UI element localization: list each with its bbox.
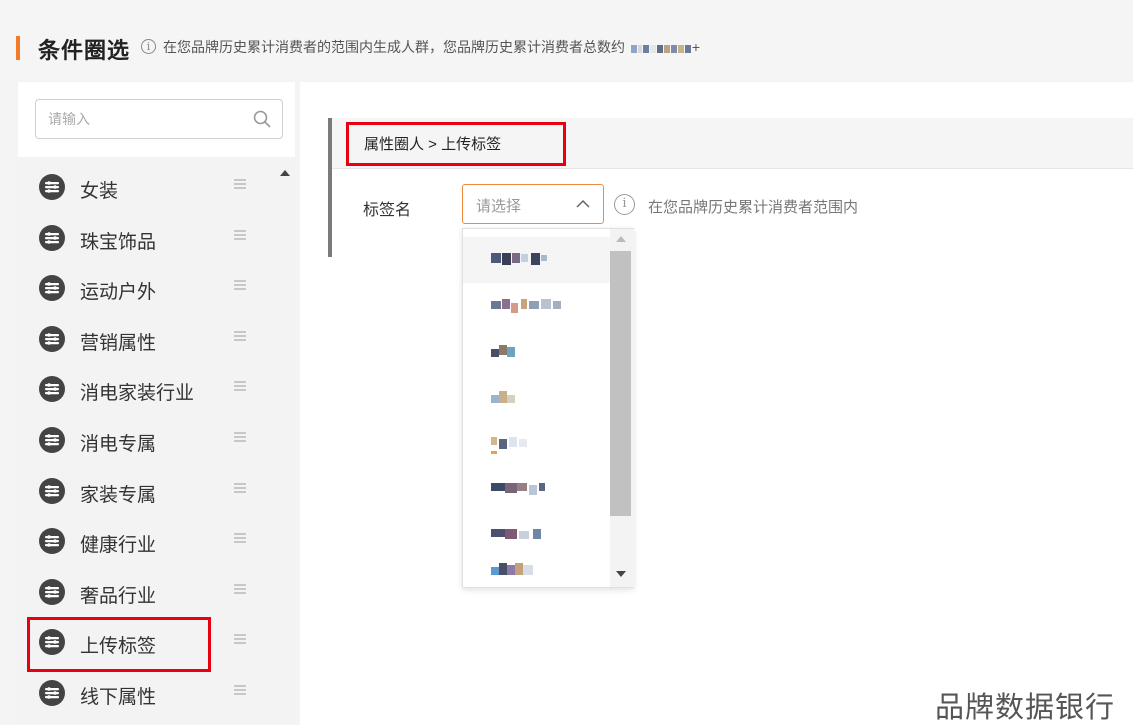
drag-handle-icon[interactable]: [233, 582, 247, 596]
drag-handle-icon[interactable]: [233, 430, 247, 444]
sidebar-item-label: 消电专属: [80, 434, 157, 455]
drag-handle-icon[interactable]: [233, 632, 247, 646]
category-icon: [39, 477, 65, 504]
scroll-down-arrow-icon[interactable]: [616, 571, 626, 577]
category-icon: [39, 174, 65, 200]
dropdown-option[interactable]: [463, 421, 610, 467]
sidebar-item-label: 线下属性: [80, 687, 157, 708]
sidebar-item-label: 珠宝饰品: [80, 231, 157, 253]
dropdown-option[interactable]: [463, 559, 610, 587]
drag-handle-icon[interactable]: [233, 329, 247, 343]
page-title: 条件圈选: [38, 38, 131, 63]
breadcrumb-highlight-box: [346, 122, 566, 166]
dropdown-option[interactable]: [463, 467, 610, 513]
drag-handle-icon[interactable]: [233, 228, 247, 242]
drag-handle-icon[interactable]: [233, 379, 247, 393]
sidebar-item-label: 奢品行业: [80, 585, 157, 607]
category-icon: [39, 224, 65, 251]
category-icon: [39, 376, 65, 403]
sidebar-item-label: 健康行业: [80, 535, 157, 557]
sidebar-item[interactable]: 珠宝饰品: [18, 215, 276, 261]
sidebar-search-area: [18, 82, 295, 157]
search-icon[interactable]: [252, 109, 272, 129]
select-placeholder: 请选择: [476, 198, 522, 215]
sidebar-item[interactable]: 消电专属: [18, 417, 276, 463]
drag-handle-icon[interactable]: [233, 278, 247, 292]
dropdown-option[interactable]: [463, 237, 610, 283]
upload-tag-highlight-box: [27, 617, 211, 672]
count-suffix: +: [691, 39, 701, 55]
dropdown-option[interactable]: [463, 513, 610, 559]
dropdown-scrollbar-thumb[interactable]: [610, 251, 631, 516]
category-icon: [39, 427, 65, 453]
sidebar-item-label: 运动户外: [80, 282, 157, 304]
category-icon: [39, 578, 65, 605]
sidebar-item-label: 女装: [80, 181, 119, 202]
sidebar-item-label: 营销属性: [80, 332, 157, 354]
dropdown-option[interactable]: [463, 375, 610, 421]
scroll-up-arrow-icon[interactable]: [616, 236, 626, 242]
drag-handle-icon[interactable]: [233, 481, 247, 495]
tag-name-select[interactable]: 请选择: [462, 184, 604, 224]
sidebar-item[interactable]: 消电家装行业: [18, 366, 276, 412]
header-description-text: 在您品牌历史累计消费者的范围内生成人群，您品牌历史累计消费者总数约: [163, 39, 625, 55]
redacted-count: [630, 40, 692, 56]
page-header: 条件圈选 i 在您品牌历史累计消费者的范围内生成人群，您品牌历史累计消费者总数约…: [0, 0, 1133, 80]
dropdown-option[interactable]: [463, 283, 610, 329]
tag-dropdown: [462, 228, 634, 588]
search-input[interactable]: [48, 108, 243, 130]
sidebar-item[interactable]: 线下属性: [18, 670, 276, 716]
header-description: 在您品牌历史累计消费者的范围内生成人群，您品牌历史累计消费者总数约 +: [163, 37, 700, 57]
chevron-up-icon: [576, 199, 590, 208]
category-icon: [39, 528, 65, 555]
info-icon: i: [141, 39, 156, 54]
sidebar-item-label: 家装专属: [80, 484, 157, 506]
sidebar-item[interactable]: 女装: [18, 164, 276, 210]
sidebar-item[interactable]: 运动户外: [18, 265, 276, 311]
sidebar-item[interactable]: 营销属性: [18, 316, 276, 362]
drag-handle-icon[interactable]: [233, 177, 247, 191]
main-content: 属性圈人 > 上传标签: [300, 82, 1133, 725]
category-icon: [39, 275, 65, 302]
sidebar-search-box[interactable]: [35, 99, 283, 139]
sidebar-item-label: 消电家装行业: [80, 383, 195, 405]
sidebar-item[interactable]: 奢品行业: [18, 569, 276, 615]
dropdown-option[interactable]: [463, 329, 610, 375]
watermark: 品牌数据银行: [935, 692, 1116, 724]
select-hint: 在您品牌历史累计消费者范围内: [648, 199, 859, 216]
sidebar-item[interactable]: 健康行业: [18, 518, 276, 564]
drag-handle-icon[interactable]: [233, 683, 247, 697]
sidebar-item[interactable]: 家装专属: [18, 468, 276, 514]
category-icon: [39, 325, 65, 352]
info-icon: i: [614, 194, 635, 215]
category-icon: [39, 680, 65, 706]
tag-name-label: 标签名: [363, 202, 412, 219]
drag-handle-icon[interactable]: [233, 531, 247, 545]
scroll-up-arrow-icon[interactable]: [280, 170, 290, 176]
title-accent-bar: [16, 36, 20, 60]
